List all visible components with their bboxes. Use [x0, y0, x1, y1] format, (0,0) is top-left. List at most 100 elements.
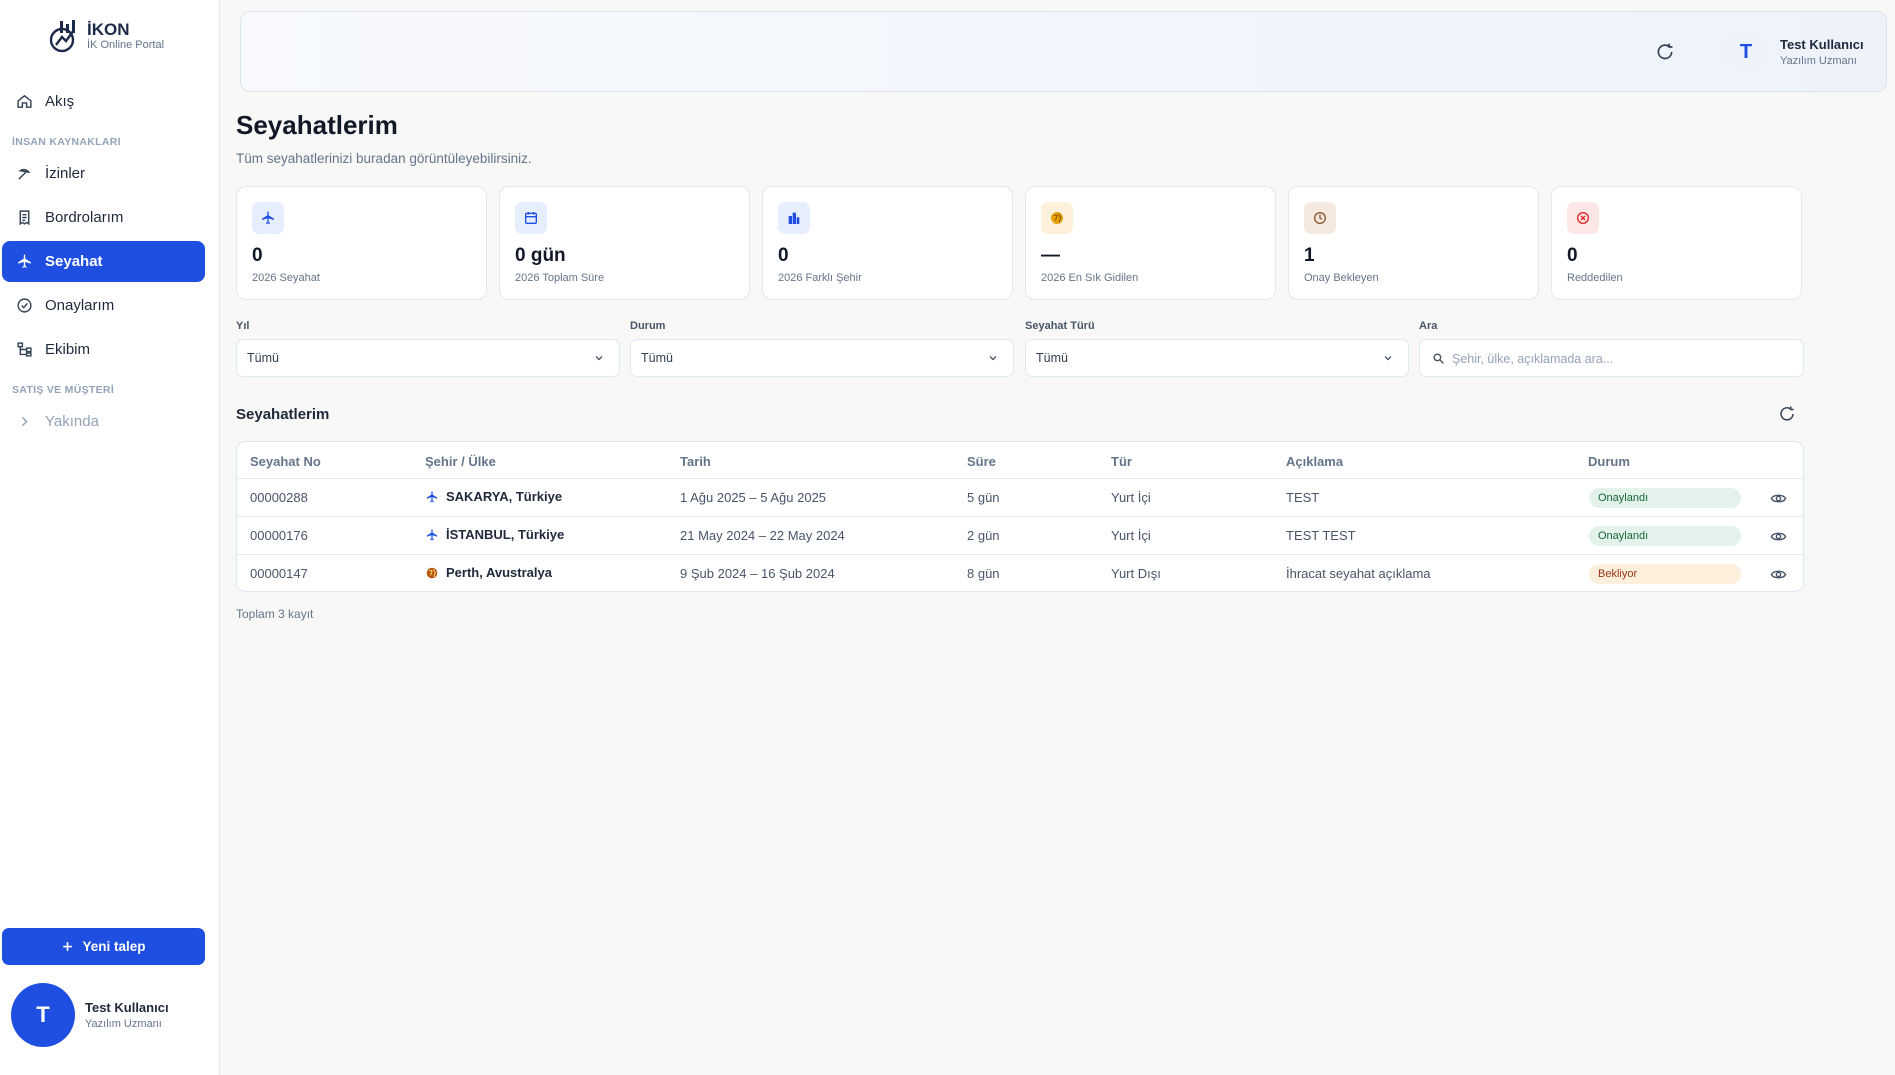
- table-row[interactable]: 00000288 SAKARYA, Türkiye 1 Ağu 2025 – 5…: [237, 478, 1803, 516]
- eye-icon[interactable]: [1770, 566, 1787, 583]
- sidebar-item-label: Onaylarım: [45, 297, 115, 314]
- check-circle-icon: [17, 298, 32, 313]
- chevron-right-icon: [21, 416, 28, 427]
- filter-year-label: Yıl: [236, 320, 250, 332]
- header-avatar[interactable]: T: [1724, 30, 1768, 74]
- sidebar-item-yakinda[interactable]: Yakında: [2, 401, 205, 442]
- chevron-down-icon: [595, 356, 603, 361]
- filter-status-label: Durum: [630, 320, 666, 332]
- column-header[interactable]: Şehir / Ülke: [425, 454, 496, 469]
- stat-icon-wrap: [515, 202, 547, 234]
- eye-icon[interactable]: [1770, 490, 1787, 507]
- plane-icon: [18, 254, 31, 268]
- header-user-role: Yazılım Uzmanı: [1780, 55, 1857, 67]
- search-input[interactable]: [1452, 348, 1792, 370]
- table-total: Toplam 3 kayıt: [236, 607, 314, 621]
- chevron-down-icon: [1384, 356, 1392, 361]
- stat-card-trips: 0 2026 Seyahat: [236, 186, 487, 300]
- trip-number: 00000176: [250, 528, 308, 543]
- stat-label: Reddedilen: [1567, 272, 1623, 284]
- sidebar-item-seyahat[interactable]: Seyahat: [2, 241, 205, 282]
- stat-label: 2026 Farklı Şehir: [778, 272, 862, 284]
- trip-type-select-value: Tümü: [1036, 351, 1068, 365]
- stat-value: 0: [778, 245, 789, 266]
- header-user-info[interactable]: Test Kullanıcı Yazılım Uzmanı: [1780, 37, 1864, 67]
- stat-icon-wrap: [778, 202, 810, 234]
- table-title: Seyahatlerim: [236, 406, 330, 423]
- column-header[interactable]: Tür: [1111, 454, 1132, 469]
- sidebar: İKON İK Online Portal Akış İNSAN KAYNAKL…: [0, 0, 220, 1075]
- sidebar-item-label: Ekibim: [45, 341, 91, 358]
- status-select-value: Tümü: [641, 351, 673, 365]
- home-icon: [17, 94, 32, 108]
- avatar[interactable]: T: [11, 983, 75, 1047]
- buildings-icon: [788, 212, 800, 224]
- brand-title: İKON: [87, 19, 130, 39]
- stat-card-duration: 0 gün 2026 Toplam Süre: [499, 186, 750, 300]
- trip-number: 00000147: [250, 566, 308, 581]
- sidebar-item-akis[interactable]: Akış: [2, 81, 205, 122]
- sidebar-section-sales: SATIŞ VE MÜŞTERİ: [12, 384, 115, 396]
- stat-label: 2026 En Sık Gidilen: [1041, 272, 1139, 284]
- table-row[interactable]: 00000176 İSTANBUL, Türkiye 21 May 2024 –…: [237, 516, 1803, 554]
- stat-value: 0 gün: [515, 245, 566, 266]
- year-select[interactable]: Tümü: [236, 339, 620, 377]
- trip-date: 1 Ağu 2025 – 5 Ağu 2025: [680, 490, 827, 505]
- trip-date: 21 May 2024 – 22 May 2024: [680, 528, 845, 543]
- trip-type: Yurt Dışı: [1111, 566, 1161, 581]
- trip-city: SAKARYA, Türkiye: [425, 489, 562, 504]
- column-header[interactable]: Açıklama: [1286, 454, 1343, 469]
- status-select[interactable]: Tümü: [630, 339, 1014, 377]
- trip-city-label: SAKARYA, Türkiye: [446, 489, 563, 504]
- trip-description: TEST: [1286, 490, 1320, 505]
- stat-card-frequent: — 2026 En Sık Gidilen: [1025, 186, 1276, 300]
- plane-icon: [262, 211, 274, 224]
- column-header[interactable]: Tarih: [680, 454, 711, 469]
- status-badge: Onaylandı: [1589, 526, 1741, 546]
- globe-icon: [1051, 212, 1063, 224]
- globe-icon: [426, 567, 438, 578]
- sidebar-item-ekibim[interactable]: Ekibim: [2, 329, 205, 370]
- refresh-icon[interactable]: [1778, 405, 1796, 423]
- stat-value: 0: [1567, 245, 1578, 266]
- sidebar-section-hr: İNSAN KAYNAKLARI: [12, 136, 121, 148]
- plus-icon: [63, 942, 73, 951]
- receipt-icon: [19, 210, 30, 226]
- search-icon: [1433, 353, 1444, 364]
- brand-logo[interactable]: İKON İK Online Portal: [47, 18, 164, 54]
- top-bar: T Test Kullanıcı Yazılım Uzmanı: [240, 11, 1887, 92]
- page-subtitle: Tüm seyahatlerinizi buradan görüntüleyeb…: [236, 151, 532, 166]
- sidebar-item-label: Seyahat: [45, 253, 103, 270]
- sidebar-item-izinler[interactable]: İzinler: [2, 153, 205, 194]
- plane-icon: [426, 528, 438, 540]
- new-request-button[interactable]: Yeni talep: [2, 928, 205, 965]
- stat-card-rejected: 0 Reddedilen: [1551, 186, 1802, 300]
- user-name: Test Kullanıcı: [85, 1000, 169, 1015]
- trip-city-label: Perth, Avustralya: [446, 565, 552, 580]
- trip-description: TEST TEST: [1286, 528, 1356, 543]
- brand-subtitle: İK Online Portal: [87, 38, 165, 51]
- sidebar-item-label: İzinler: [45, 165, 86, 182]
- sidebar-item-bordrolarim[interactable]: Bordrolarım: [2, 197, 205, 238]
- stat-card-cities: 0 2026 Farklı Şehir: [762, 186, 1013, 300]
- user-role: Yazılım Uzmanı: [85, 1018, 162, 1030]
- trip-number: 00000288: [250, 490, 308, 505]
- refresh-icon[interactable]: [1655, 42, 1675, 62]
- logo-mark-icon: [49, 20, 75, 53]
- column-header[interactable]: Durum: [1588, 454, 1630, 469]
- stat-label: 2026 Toplam Süre: [515, 272, 605, 284]
- sidebar-user-profile[interactable]: T Test Kullanıcı Yazılım Uzmanı: [11, 983, 169, 1047]
- column-header[interactable]: Süre: [967, 454, 996, 469]
- eye-icon[interactable]: [1770, 528, 1787, 545]
- table-row[interactable]: 00000147 Perth, Avustralya 9 Şub 2024 – …: [237, 554, 1803, 591]
- stat-icon-wrap: [1304, 202, 1336, 234]
- column-header[interactable]: Seyahat No: [250, 454, 321, 469]
- clock-icon: [1314, 212, 1326, 224]
- trips-table: Seyahat No Şehir / Ülke Tarih Süre Tür A…: [236, 441, 1804, 592]
- trip-type: Yurt İçi: [1111, 490, 1151, 505]
- trip-type: Yurt İçi: [1111, 528, 1151, 543]
- stat-value: 1: [1304, 245, 1315, 266]
- sidebar-item-label: Yakında: [45, 413, 99, 430]
- trip-type-select[interactable]: Tümü: [1025, 339, 1409, 377]
- sidebar-item-onaylarim[interactable]: Onaylarım: [2, 285, 205, 326]
